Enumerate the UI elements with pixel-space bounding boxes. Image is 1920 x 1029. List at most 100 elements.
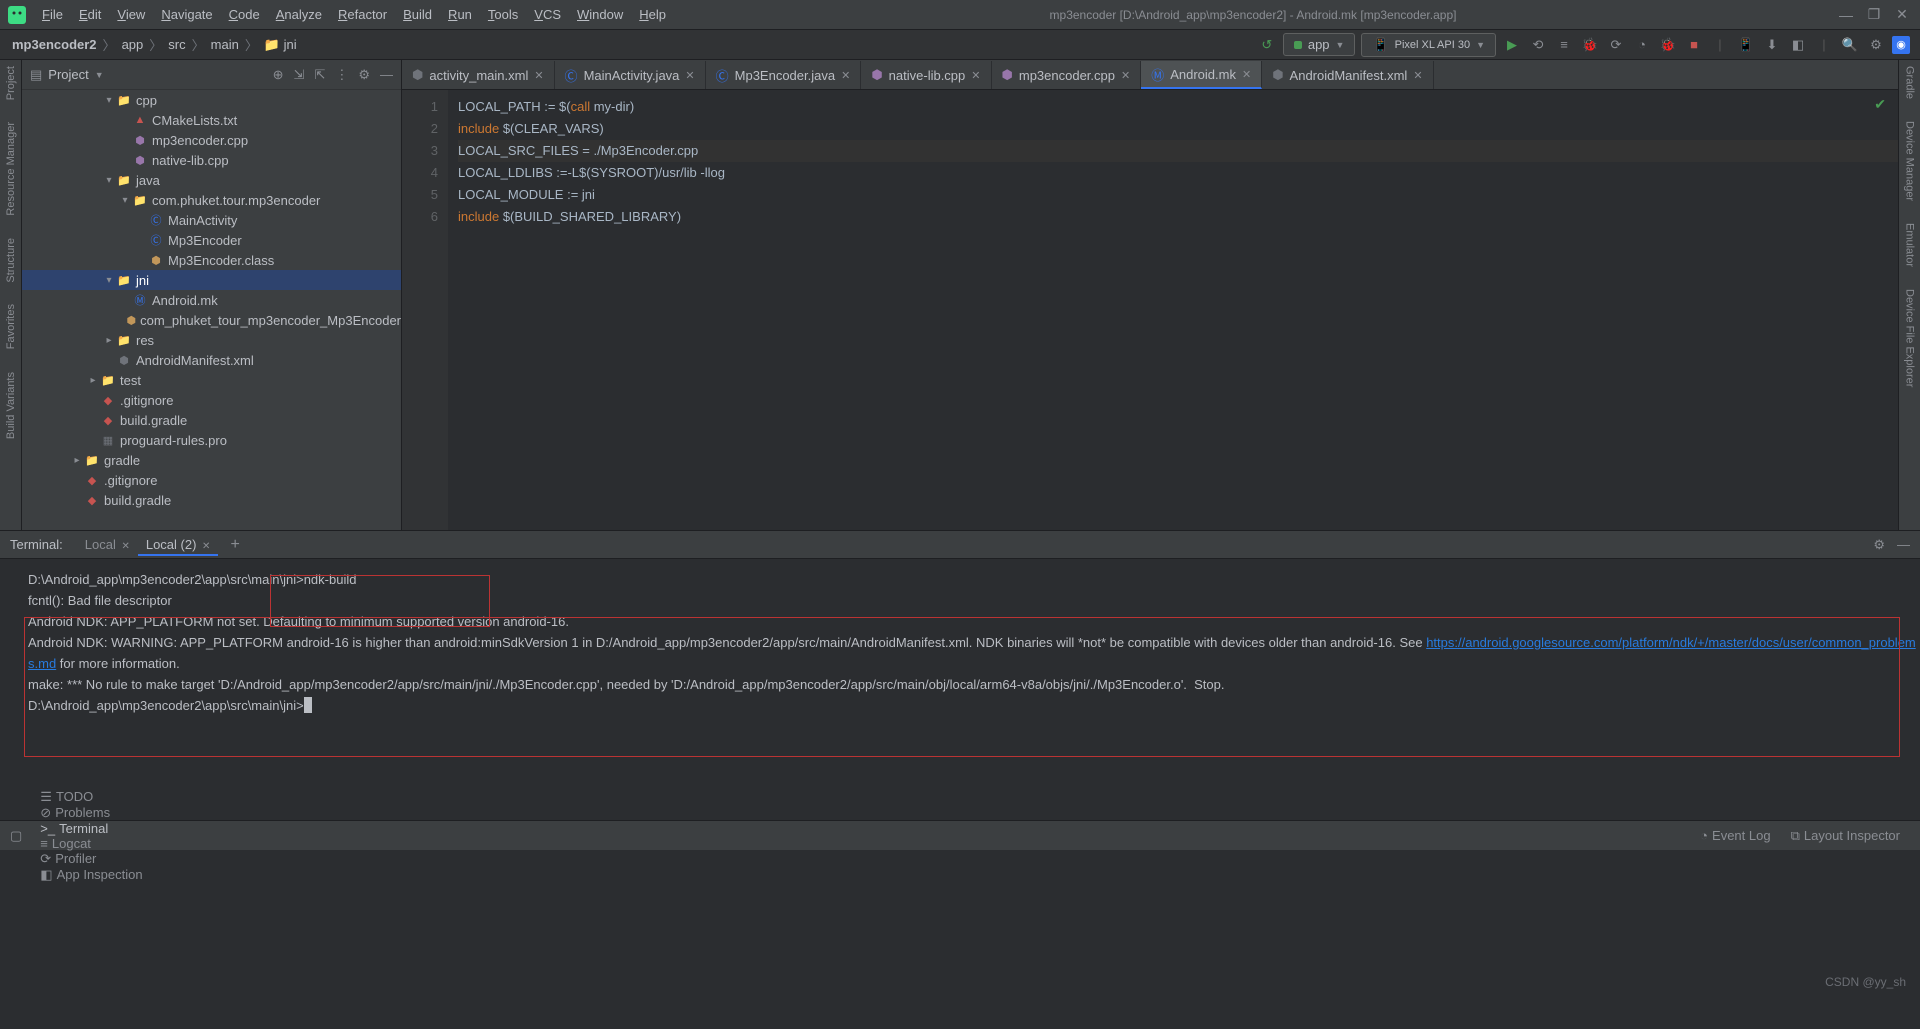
tree-item[interactable]: ▸📁test [22,370,401,390]
toolwindow-icon[interactable]: ▢ [10,828,30,844]
close-tab-icon[interactable]: ✕ [685,69,694,82]
maximize-button[interactable]: ❐ [1860,6,1888,23]
apply-changes-icon[interactable]: ⟲ [1528,35,1548,55]
breadcrumb-item[interactable]: mp3encoder2 [10,37,99,52]
project-tree[interactable]: ▾📁cpp▲CMakeLists.txt⬢mp3encoder.cpp⬢nati… [22,90,401,530]
tree-item[interactable]: ▲CMakeLists.txt [22,110,401,130]
status-layout-inspector[interactable]: ⧉Layout Inspector [1781,828,1910,844]
menu-run[interactable]: Run [440,3,480,26]
tree-item[interactable]: ⒸMp3Encoder [22,230,401,250]
close-tab-icon[interactable]: ✕ [202,541,210,552]
close-tab-icon[interactable]: ✕ [971,69,980,82]
resource-manager-icon[interactable]: ◧ [1788,35,1808,55]
left-tool-build-variants[interactable]: Build Variants [5,372,17,439]
minimize-button[interactable]: — [1832,7,1860,23]
search-icon[interactable]: 🔍 [1840,35,1860,55]
tree-item[interactable]: ◆.gitignore [22,470,401,490]
editor-tab[interactable]: ⒸMainActivity.java✕ [555,61,706,89]
attach-debugger-icon[interactable]: 🐞 [1658,35,1678,55]
tree-item[interactable]: ◆build.gradle [22,490,401,510]
close-tab-icon[interactable]: ✕ [1413,69,1422,82]
breadcrumb-item[interactable]: main [209,37,241,52]
tree-item[interactable]: ⬢com_phuket_tour_mp3encoder_Mp3Encoder [22,310,401,330]
stop-button[interactable]: ■ [1684,35,1704,55]
tree-item[interactable]: ⬢native-lib.cpp [22,150,401,170]
menu-navigate[interactable]: Navigate [153,3,220,26]
status-event-log[interactable]: ◔Event Log [1690,828,1780,844]
code-area[interactable]: LOCAL_PATH := $(call my-dir) include $(C… [448,90,1898,530]
menu-vcs[interactable]: VCS [526,3,569,26]
right-tool-gradle[interactable]: Gradle [1904,66,1916,99]
editor-tab[interactable]: ⬢native-lib.cpp✕ [861,61,991,89]
menu-analyze[interactable]: Analyze [268,3,330,26]
debug-button[interactable]: 🐞 [1580,35,1600,55]
status-terminal[interactable]: >_Terminal [30,821,152,836]
menu-tools[interactable]: Tools [480,3,526,26]
tree-item[interactable]: ⒸMainActivity [22,210,401,230]
menu-view[interactable]: View [109,3,153,26]
right-tool-emulator[interactable]: Emulator [1904,223,1916,267]
close-button[interactable]: ✕ [1888,6,1916,23]
status-profiler[interactable]: ⟳Profiler [30,851,152,867]
editor-tab[interactable]: ⬢activity_main.xml✕ [402,61,555,89]
left-tool-project[interactable]: Project [5,66,17,100]
menu-help[interactable]: Help [631,3,674,26]
terminal-tab[interactable]: Local (2) ✕ [138,535,219,556]
tree-item[interactable]: ▸📁res [22,330,401,350]
tree-item[interactable]: ⬢Mp3Encoder.class [22,250,401,270]
apply-code-icon[interactable]: ≡ [1554,35,1574,55]
device-combo[interactable]: 📱 Pixel XL API 30 ▼ [1361,33,1496,57]
add-terminal-button[interactable]: + [230,536,239,554]
close-tab-icon[interactable]: ✕ [841,69,850,82]
menu-build[interactable]: Build [395,3,440,26]
expand-icon[interactable]: ⇲ [294,67,305,83]
sdk-manager-icon[interactable]: ⬇ [1762,35,1782,55]
terminal-tab[interactable]: Local ✕ [77,535,138,554]
menu-refactor[interactable]: Refactor [330,3,395,26]
close-tab-icon[interactable]: ✕ [121,541,129,552]
hide-icon[interactable]: — [380,67,393,83]
left-tool-resource-manager[interactable]: Resource Manager [5,122,17,216]
close-tab-icon[interactable]: ✕ [1121,69,1130,82]
close-tab-icon[interactable]: ✕ [534,69,543,82]
menu-code[interactable]: Code [221,3,268,26]
editor-tab[interactable]: ⬢AndroidManifest.xml✕ [1262,61,1433,89]
account-icon[interactable]: ◉ [1892,36,1910,54]
settings-icon[interactable]: ⚙ [1866,35,1886,55]
sync-icon[interactable]: ↺ [1257,35,1277,55]
tree-item[interactable]: ◆build.gradle [22,410,401,430]
left-tool-structure[interactable]: Structure [5,238,17,283]
tree-item[interactable]: ▾📁com.phuket.tour.mp3encoder [22,190,401,210]
left-tool-favorites[interactable]: Favorites [5,304,17,349]
menu-file[interactable]: File [34,3,71,26]
right-tool-device-file-explorer[interactable]: Device File Explorer [1904,289,1916,387]
tree-item[interactable]: ▾📁jni [22,270,401,290]
tree-item[interactable]: ⬢mp3encoder.cpp [22,130,401,150]
breadcrumb-item[interactable]: 📁 jni [262,37,299,53]
collapse-icon[interactable]: ⇱ [314,67,325,83]
tree-item[interactable]: ▸📁gradle [22,450,401,470]
breadcrumb-item[interactable]: src [166,37,187,52]
tree-item[interactable]: ⬢AndroidManifest.xml [22,350,401,370]
tree-item[interactable]: ▾📁cpp [22,90,401,110]
menu-edit[interactable]: Edit [71,3,109,26]
right-tool-device-manager[interactable]: Device Manager [1904,121,1916,201]
menu-window[interactable]: Window [569,3,631,26]
avd-manager-icon[interactable]: 📱 [1736,35,1756,55]
editor-body[interactable]: ✔ 123456 LOCAL_PATH := $(call my-dir) in… [402,90,1898,530]
tree-item[interactable]: ▦proguard-rules.pro [22,430,401,450]
locate-icon[interactable]: ⊕ [273,67,284,83]
chevron-down-icon[interactable]: ▼ [95,70,104,80]
editor-tab[interactable]: ⒸMp3Encoder.java✕ [706,61,862,89]
status-app-inspection[interactable]: ◧App Inspection [30,867,152,883]
settings-icon[interactable]: ⚙ [358,67,370,83]
tree-item[interactable]: ◆.gitignore [22,390,401,410]
coverage-icon[interactable]: ⟳ [1606,35,1626,55]
run-config-combo[interactable]: app ▼ [1283,33,1356,56]
terminal-settings-icon[interactable]: ⚙ [1873,537,1885,553]
editor-tab[interactable]: ⬢mp3encoder.cpp✕ [992,61,1142,89]
profile-icon[interactable]: ◔ [1632,35,1652,55]
tree-item[interactable]: ▾📁java [22,170,401,190]
editor-tab[interactable]: ⓂAndroid.mk✕ [1141,61,1262,89]
close-tab-icon[interactable]: ✕ [1242,68,1251,81]
